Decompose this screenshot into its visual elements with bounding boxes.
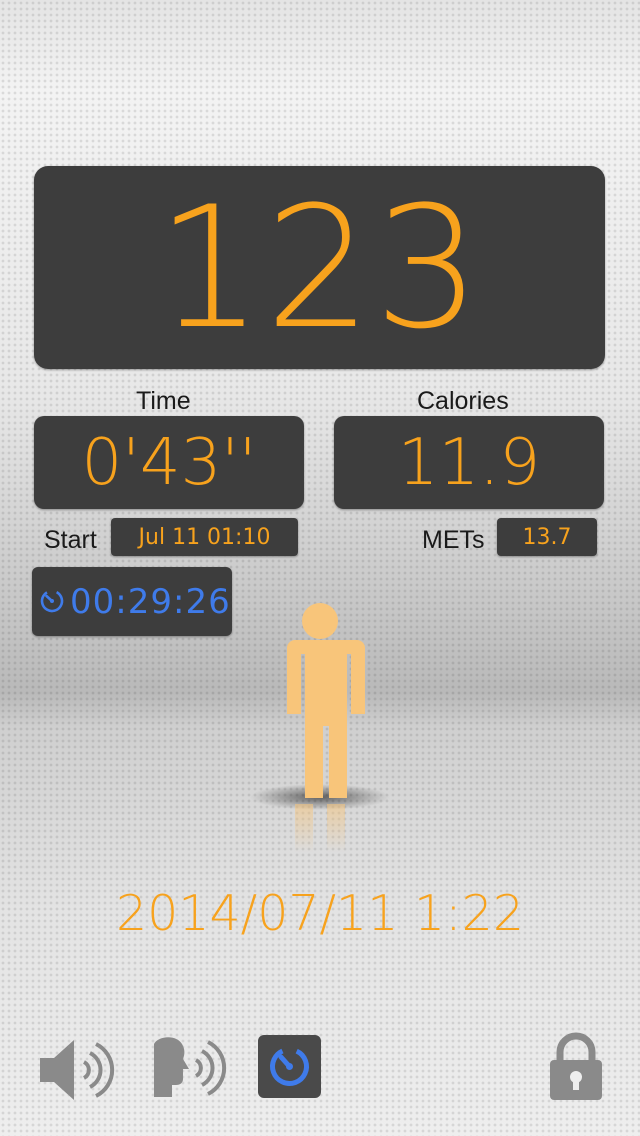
mets-panel: 13.7 bbox=[497, 518, 597, 556]
mets-label: METs bbox=[422, 526, 485, 554]
lock-icon[interactable] bbox=[546, 1030, 606, 1102]
timer-panel[interactable]: 00:29:26 bbox=[32, 567, 232, 636]
calories-value: 11.9 bbox=[397, 425, 541, 500]
start-value: Jul 11 01:10 bbox=[138, 524, 271, 550]
time-value: 0'43'' bbox=[81, 425, 257, 500]
mets-value: 13.7 bbox=[522, 524, 572, 550]
timer-icon bbox=[40, 589, 64, 613]
start-panel: Jul 11 01:10 bbox=[111, 518, 298, 556]
speaker-icon[interactable] bbox=[38, 1038, 122, 1102]
calories-label: Calories bbox=[417, 387, 509, 415]
current-datetime: 2014/07/11 1:22 bbox=[115, 885, 525, 942]
step-count: 123 bbox=[156, 169, 483, 366]
timer-value: 00:29:26 bbox=[70, 581, 231, 622]
standing-person-icon bbox=[250, 600, 390, 870]
voice-guide-icon[interactable] bbox=[150, 1034, 230, 1102]
calories-panel: 11.9 bbox=[334, 416, 604, 509]
stopwatch-icon bbox=[270, 1047, 309, 1086]
time-label: Time bbox=[136, 387, 191, 415]
step-counter-panel: 123 bbox=[34, 166, 605, 369]
time-panel: 0'43'' bbox=[34, 416, 304, 509]
start-label: Start bbox=[44, 526, 97, 554]
stopwatch-button[interactable] bbox=[258, 1035, 321, 1098]
